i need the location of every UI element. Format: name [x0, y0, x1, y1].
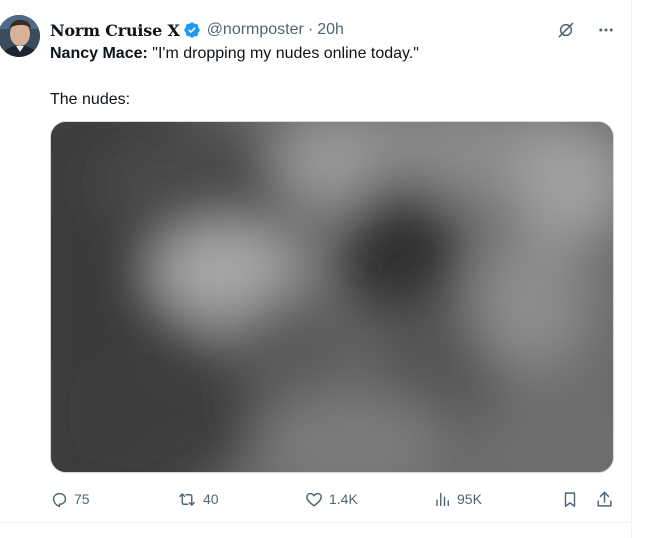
reply-count: 75: [74, 491, 90, 507]
grok-icon[interactable]: [555, 19, 577, 41]
repost-count: 40: [203, 491, 219, 507]
verified-icon: [183, 21, 201, 39]
views-button[interactable]: 95K: [434, 486, 482, 512]
tweet-divider: [0, 522, 632, 523]
tweet-text-quote: "I'm dropping my nudes online today.": [147, 45, 419, 62]
author-name[interactable]: Norm Cruise X: [50, 21, 180, 40]
like-count: 1.4K: [329, 491, 358, 507]
column-border: [631, 0, 632, 538]
views-icon: [434, 490, 452, 509]
share-button[interactable]: [595, 486, 614, 512]
tweet-header: Norm Cruise X @normposter · 20h: [50, 19, 344, 41]
repost-button[interactable]: 40: [176, 486, 219, 512]
like-button[interactable]: 1.4K: [304, 486, 358, 512]
tweet-text-line-1: Nancy Mace: "I'm dropping my nudes onlin…: [50, 43, 419, 64]
more-icon[interactable]: [595, 19, 617, 41]
tweet-text-bold: Nancy Mace:: [50, 45, 148, 62]
tweet-top-actions: [555, 19, 617, 41]
share-icon: [595, 490, 614, 509]
bookmark-icon: [561, 490, 579, 509]
repost-icon: [176, 490, 198, 509]
avatar[interactable]: [0, 15, 40, 57]
header-separator: ·: [307, 21, 314, 38]
tweet-media-image[interactable]: [50, 121, 614, 473]
reply-button[interactable]: 75: [50, 486, 90, 512]
reply-icon: [50, 490, 69, 509]
author-handle[interactable]: @normposter: [207, 21, 304, 39]
tweet-actions-bar: 75 40 1.4K 95K: [50, 486, 616, 512]
tweet-timestamp[interactable]: 20h: [317, 21, 344, 39]
tweet-text-line-2: The nudes:: [50, 91, 131, 108]
bookmark-button[interactable]: [561, 486, 579, 512]
like-icon: [304, 490, 324, 509]
views-count: 95K: [457, 491, 482, 507]
